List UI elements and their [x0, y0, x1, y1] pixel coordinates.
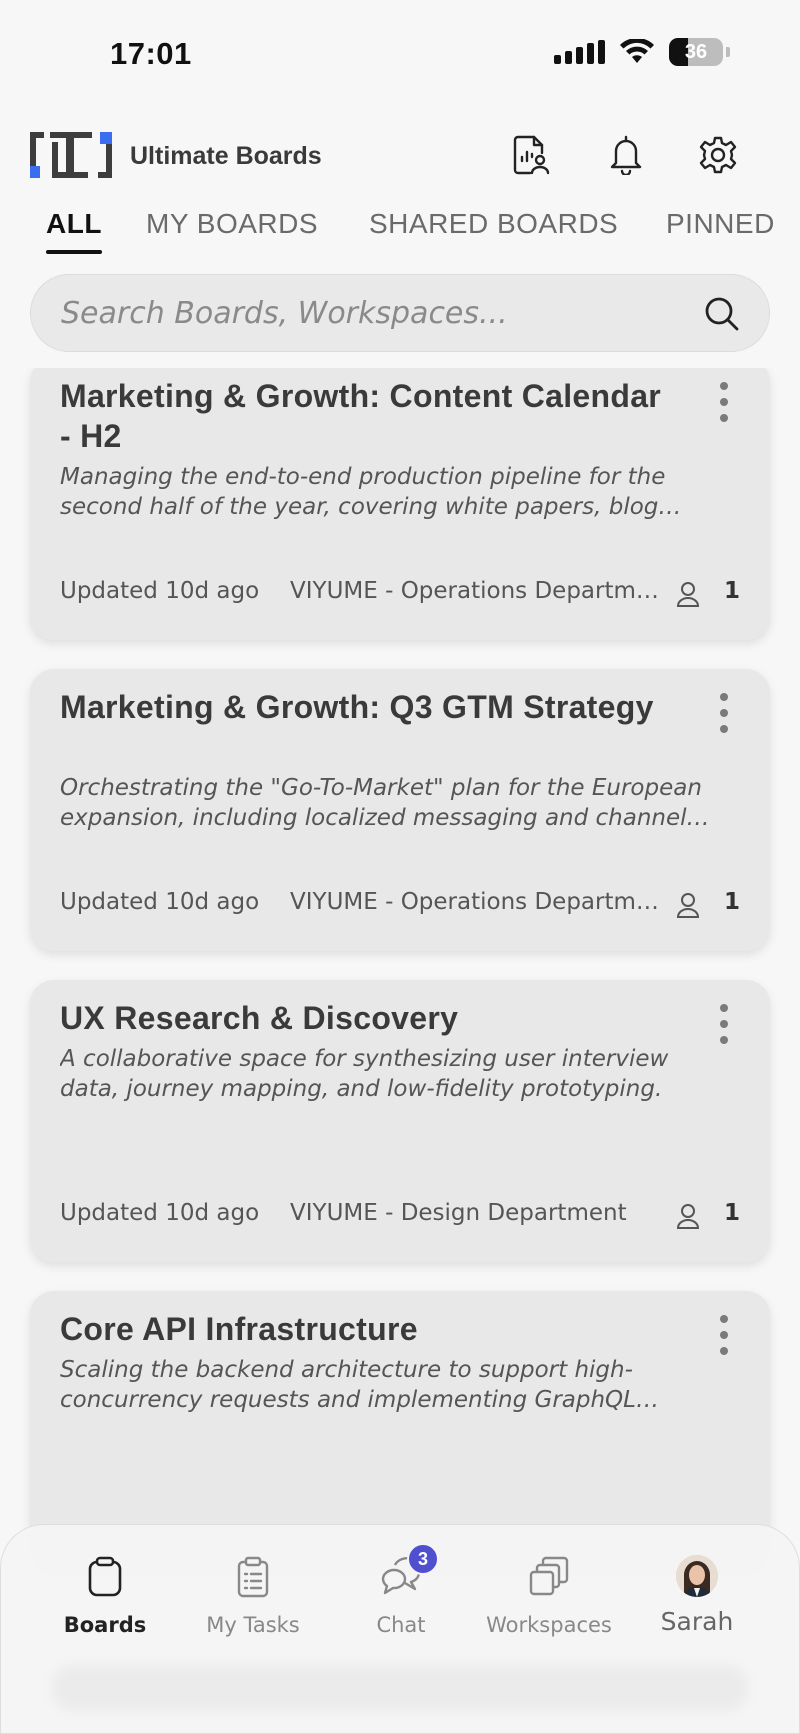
member-icon: [676, 893, 700, 918]
tab-my-boards-label: MY BOARDS: [146, 208, 319, 239]
nav-workspaces-label: Workspaces: [486, 1613, 612, 1637]
active-tab-indicator: [46, 250, 102, 254]
board-workspace: VIYUME - Operations Department: [290, 889, 660, 915]
board-description: Orchestrating the "Go-To-Market" plan fo…: [60, 775, 702, 831]
nav-boards[interactable]: Boards: [35, 1555, 175, 1665]
board-footer: Updated 10d ago VIYUME - Operations Depa…: [60, 578, 740, 610]
nav-chat-label: Chat: [376, 1613, 426, 1637]
board-title: Core API Infrastructure: [60, 1311, 418, 1347]
tab-all-label: ALL: [46, 208, 102, 239]
board-workspace: VIYUME - Design Department: [290, 1200, 627, 1226]
battery-icon: 36: [669, 38, 723, 66]
app-logo: [30, 132, 112, 178]
board-description: Managing the end-to-end production pipel…: [60, 464, 666, 520]
search-bar: [30, 274, 770, 352]
workspaces-icon: [527, 1555, 571, 1599]
app-header: Ultimate Boards: [0, 124, 800, 188]
nav-workspaces[interactable]: Workspaces: [479, 1555, 619, 1665]
reports-user-icon[interactable]: [508, 132, 554, 178]
board-member-count: 1: [723, 578, 740, 604]
board-description: A collaborative space for synthesizing u…: [60, 1046, 669, 1102]
board-footer: Updated 10d ago VIYUME - Design Departme…: [60, 1200, 740, 1232]
battery-tip: [726, 47, 730, 57]
bell-icon[interactable]: [603, 132, 649, 178]
tab-all[interactable]: ALL: [46, 208, 102, 254]
tab-shared-boards-label: SHARED BOARDS: [369, 208, 619, 239]
search-icon[interactable]: [703, 295, 741, 333]
wifi-icon: [619, 39, 655, 65]
nav-my-tasks[interactable]: My Tasks: [183, 1555, 323, 1665]
board-member-count: 1: [723, 889, 740, 915]
gear-icon[interactable]: [695, 132, 741, 178]
board-updated: Updated 10d ago: [60, 578, 260, 604]
tab-pinned[interactable]: PINNED: [666, 208, 775, 240]
bottom-nav: Boards My Tasks 3 Chat Workspaces Sarah: [0, 1524, 800, 1734]
board-card[interactable]: Marketing & Growth: Q3 GTM Strategy Orch…: [30, 669, 770, 951]
status-time: 17:01: [110, 36, 192, 71]
nav-my-tasks-label: My Tasks: [206, 1613, 300, 1637]
status-bar: 17:01 36: [0, 0, 800, 100]
more-options-icon[interactable]: [716, 1315, 732, 1355]
avatar: [676, 1555, 718, 1597]
board-updated: Updated 10d ago: [60, 1200, 260, 1226]
board-filter-tabs: ALL MY BOARDS SHARED BOARDS PINNED: [0, 208, 800, 258]
clipboard-icon: [231, 1555, 275, 1599]
boards-icon: [83, 1555, 127, 1599]
chat-icon: 3: [379, 1543, 439, 1599]
more-options-icon[interactable]: [716, 693, 732, 733]
cellular-signal-icon: [554, 40, 605, 64]
board-updated: Updated 10d ago: [60, 889, 260, 915]
tab-my-boards[interactable]: MY BOARDS: [146, 208, 318, 240]
tab-shared-boards[interactable]: SHARED BOARDS: [369, 208, 618, 240]
more-options-icon[interactable]: [716, 1004, 732, 1044]
nav-profile-label: Sarah: [660, 1607, 734, 1636]
app-title: Ultimate Boards: [130, 142, 322, 170]
board-card[interactable]: Marketing & Growth: Content Calendar - H…: [30, 368, 770, 640]
chat-unread-badge: 3: [407, 1543, 439, 1575]
nav-chat[interactable]: 3 Chat: [331, 1543, 471, 1665]
board-title: Marketing & Growth: Content Calendar - H…: [60, 378, 662, 454]
board-description: Scaling the backend architecture to supp…: [60, 1357, 636, 1413]
nav-profile[interactable]: Sarah: [627, 1555, 767, 1665]
member-icon: [676, 1204, 700, 1229]
board-title: UX Research & Discovery: [60, 1000, 459, 1036]
board-title: Marketing & Growth: Q3 GTM Strategy: [60, 689, 654, 725]
tab-pinned-label: PINNED: [666, 208, 775, 239]
home-indicator: [51, 1665, 749, 1711]
search-input[interactable]: [61, 275, 681, 351]
status-indicators: 36: [554, 38, 730, 66]
board-workspace: VIYUME - Operations Department: [290, 578, 660, 604]
battery-level: 36: [684, 40, 708, 63]
board-member-count: 1: [723, 1200, 740, 1226]
member-icon: [676, 582, 700, 607]
board-footer: Updated 10d ago VIYUME - Operations Depa…: [60, 889, 740, 921]
nav-boards-label: Boards: [63, 1613, 147, 1637]
more-options-icon[interactable]: [716, 382, 732, 422]
board-card[interactable]: UX Research & Discovery A collaborative …: [30, 980, 770, 1262]
